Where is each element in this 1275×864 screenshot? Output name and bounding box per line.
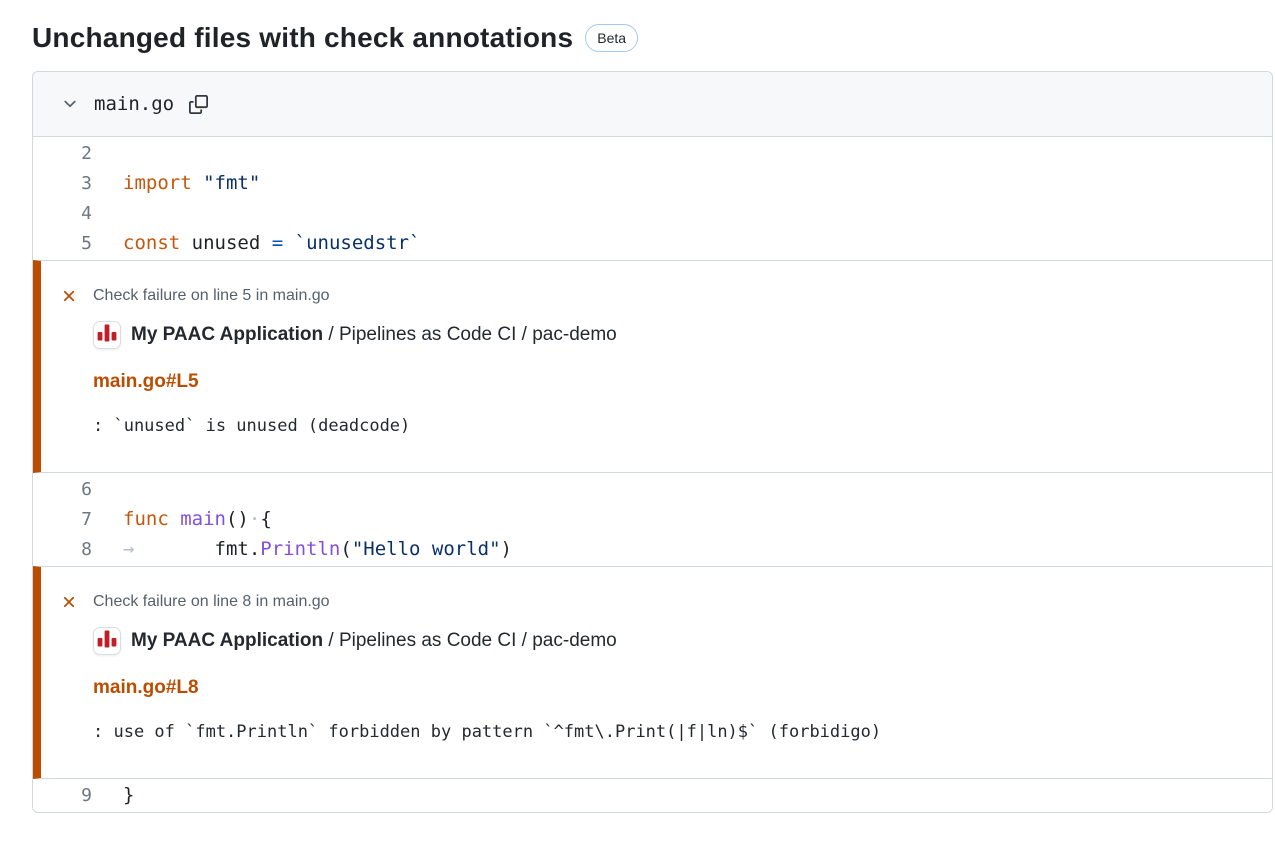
file-name: main.go — [94, 93, 174, 115]
code-line: 4 — [33, 198, 1272, 228]
code-line: 2 — [33, 138, 1272, 168]
code-line: 3 import "fmt" — [33, 168, 1272, 198]
token-entity: Println — [260, 538, 340, 560]
code-line: 6 — [33, 474, 1272, 504]
token-plain — [169, 508, 180, 530]
app-avatar-icon — [93, 627, 121, 655]
page-header: Unchanged files with check annotations B… — [32, 22, 1275, 54]
x-icon — [60, 593, 78, 611]
code-text: const unused = `unusedstr` — [123, 232, 420, 254]
check-suite-path: / Pipelines as Code CI / pac-demo — [323, 630, 617, 651]
code-block: 2 3 import "fmt" 4 5 const unused = `unusedst… — [33, 137, 1272, 260]
code-line: 5 const unused = `unusedstr` — [33, 228, 1272, 258]
copy-icon — [189, 95, 208, 114]
line-number: 8 — [33, 539, 92, 560]
code-text: } — [123, 784, 134, 806]
token-plain: { — [260, 508, 271, 530]
app-avatar-icon — [93, 321, 121, 349]
page-title: Unchanged files with check annotations — [32, 22, 573, 54]
token-operator: = — [272, 232, 283, 254]
annotation-header: Check failure on line 5 in main.go — [60, 287, 1272, 305]
line-number: 5 — [33, 233, 92, 254]
copy-file-path-button[interactable] — [189, 95, 208, 114]
code-text: → fmt.Println("Hello world") — [123, 538, 512, 560]
check-annotation: Check failure on line 8 in main.go My PAA… — [33, 566, 1272, 779]
x-icon — [60, 287, 78, 305]
line-number: 7 — [33, 509, 92, 530]
file-body: 2 3 import "fmt" 4 5 const unused = `unusedst… — [33, 137, 1272, 812]
check-annotation: Check failure on line 5 in main.go My PAA… — [33, 260, 1272, 473]
code-line: 7 func main()·{ — [33, 504, 1272, 534]
check-run-name: My PAAC Application / Pipelines as Code … — [131, 324, 617, 346]
collapse-file-button[interactable] — [61, 95, 79, 113]
token-plain — [283, 232, 294, 254]
token-entity: main — [180, 508, 226, 530]
token-plain: ( — [340, 538, 351, 560]
token-plain: } — [123, 784, 134, 806]
check-run-name: My PAAC Application / Pipelines as Code … — [131, 630, 617, 652]
code-text: func main()·{ — [123, 508, 272, 530]
annotation-title: Check failure on line 5 in main.go — [93, 287, 330, 305]
code-line: 8 → fmt.Println("Hello world") — [33, 534, 1272, 564]
app-name: My PAAC Application — [131, 630, 323, 651]
line-number: 4 — [33, 203, 92, 224]
check-run-row: My PAAC Application / Pipelines as Code … — [93, 321, 1272, 349]
line-number: 9 — [33, 785, 92, 806]
annotation-header: Check failure on line 8 in main.go — [60, 593, 1272, 611]
beta-badge: Beta — [585, 24, 638, 52]
code-text: import "fmt" — [123, 172, 260, 194]
token-plain: unused — [180, 232, 272, 254]
code-line: 9} — [33, 780, 1272, 810]
token-keyword: func — [123, 508, 169, 530]
token-keyword: import — [123, 172, 192, 194]
token-ws: → — [123, 538, 215, 560]
token-plain: () — [226, 508, 249, 530]
check-suite-path: / Pipelines as Code CI / pac-demo — [323, 324, 617, 345]
line-number: 2 — [33, 143, 92, 164]
file-panel: main.go 2 3 import "fmt" 4 5 const unused = `… — [32, 71, 1273, 813]
app-name: My PAAC Application — [131, 324, 323, 345]
annotation-message: : `unused` is unused (deadcode) — [93, 416, 1272, 436]
line-number: 3 — [33, 173, 92, 194]
file-header: main.go — [33, 72, 1272, 137]
token-plain — [192, 172, 203, 194]
code-block: 67func main()·{8→ fmt.Println("Hello wor… — [33, 473, 1272, 566]
token-plain: ) — [501, 538, 512, 560]
chevron-down-icon — [61, 95, 79, 113]
token-string: `unusedstr` — [295, 232, 421, 254]
check-run-row: My PAAC Application / Pipelines as Code … — [93, 627, 1272, 655]
code-block: 9} — [33, 779, 1272, 812]
token-string: "fmt" — [203, 172, 260, 194]
annotation-file-link[interactable]: main.go#L5 — [93, 371, 199, 393]
annotation-message: : use of `fmt.Println` forbidden by patt… — [93, 722, 1272, 742]
annotation-title: Check failure on line 8 in main.go — [93, 593, 330, 611]
line-number: 6 — [33, 479, 92, 500]
token-plain: fmt. — [215, 538, 261, 560]
token-string: "Hello world" — [352, 538, 501, 560]
token-ws: · — [249, 508, 260, 530]
token-keyword: const — [123, 232, 180, 254]
annotation-file-link[interactable]: main.go#L8 — [93, 677, 199, 699]
